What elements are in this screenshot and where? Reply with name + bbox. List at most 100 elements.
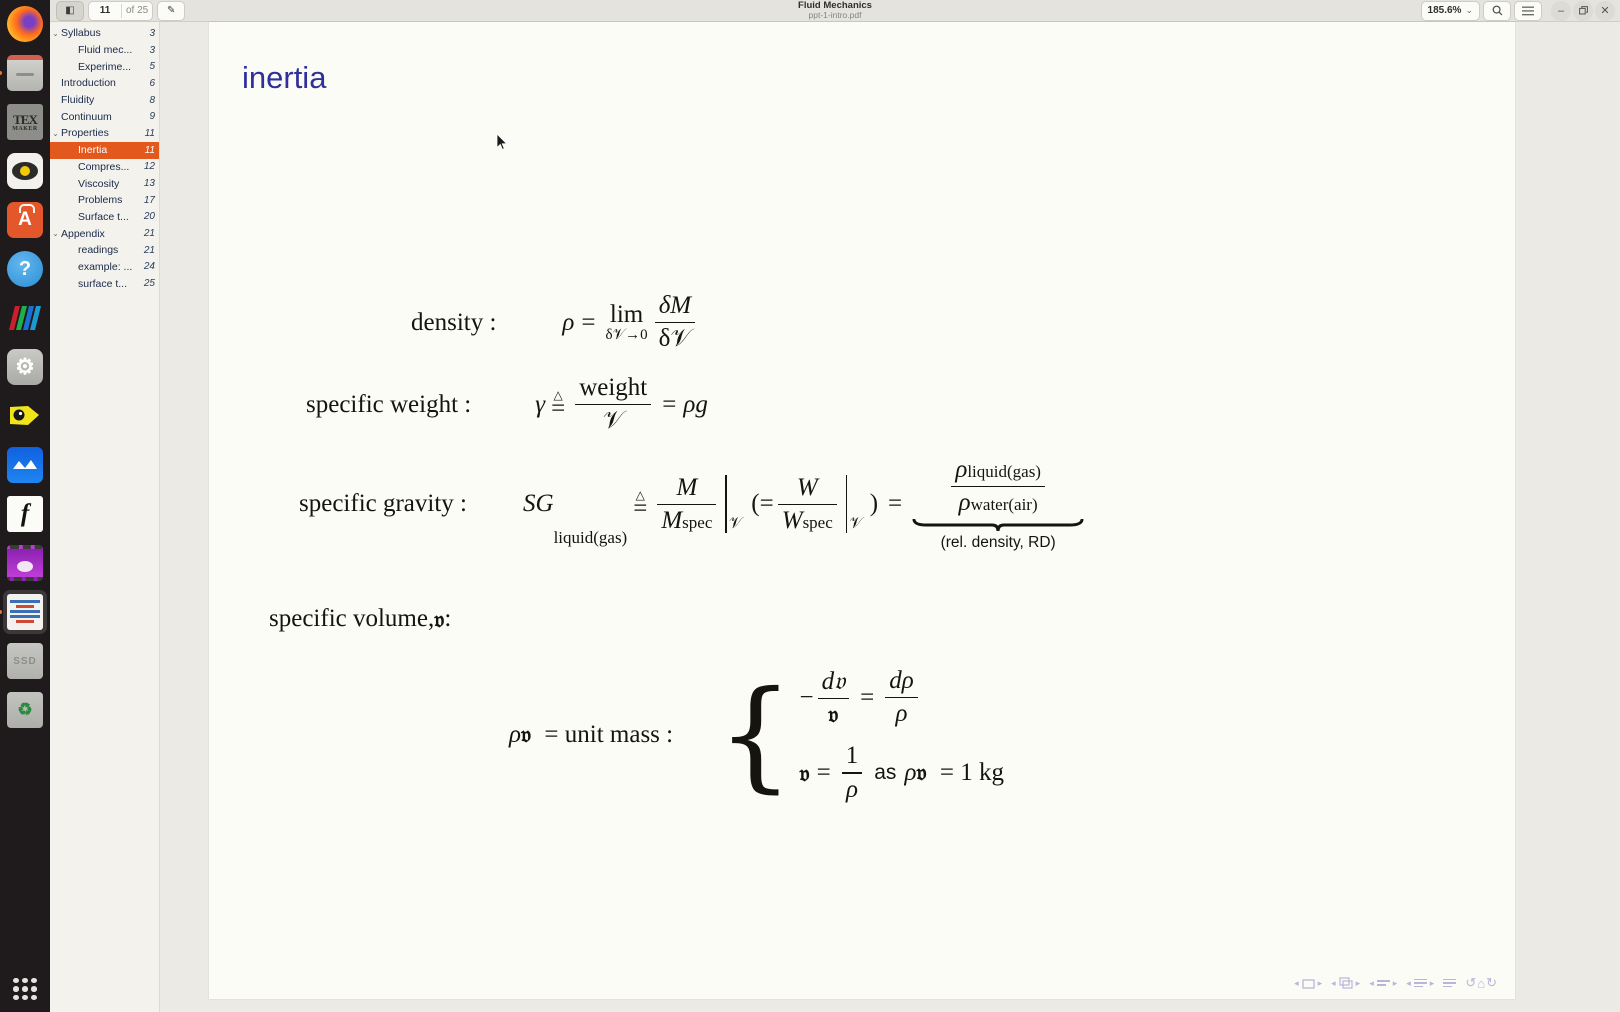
frame-icon[interactable] — [1301, 978, 1315, 989]
dock-item-pdf-viewer[interactable] — [3, 590, 47, 634]
outline-sidebar[interactable]: ⌄ Syllabus 3 Fluid mec... 3 Experime... 5 Intro… — [50, 22, 160, 1012]
show-applications-button[interactable] — [7, 974, 43, 1004]
texmaker-icon-top: TEX — [13, 111, 38, 127]
outline-item-page: 11 — [144, 144, 155, 156]
outline-item-appendix[interactable]: ⌄ Appendix 21 — [50, 225, 159, 242]
specific-gravity-symbol: SG — [523, 490, 554, 518]
dock-item-stripes-app[interactable] — [3, 296, 47, 340]
dock-item-video-app[interactable] — [3, 541, 47, 585]
outline-item-page: 20 — [143, 211, 155, 223]
outline-item-page: 24 — [143, 261, 155, 273]
search-button[interactable] — [1483, 0, 1511, 21]
bars3-alt-icon[interactable] — [1443, 978, 1457, 988]
window-title-block: Fluid Mechanics ppt-1-intro.pdf — [50, 0, 1620, 19]
zoom-level-value: 185.6% — [1427, 5, 1462, 16]
stripes-icon — [7, 300, 43, 336]
chevron-down-icon[interactable]: ⌄ — [50, 129, 61, 138]
document-title: Fluid Mechanics — [798, 0, 872, 11]
main-menu-button[interactable] — [1514, 0, 1542, 21]
nav-group-section[interactable]: ◂ ▸ — [1369, 978, 1397, 989]
mass-ratio-numerator: M — [676, 473, 698, 501]
specific-gravity-open-paren-equals: (= — [751, 490, 774, 518]
outline-item-problems[interactable]: Problems 17 — [50, 192, 159, 209]
minimize-button[interactable]: – — [1551, 0, 1571, 21]
frames-stack-icon[interactable] — [1339, 977, 1353, 989]
bars2-icon[interactable] — [1376, 980, 1390, 986]
outline-item-viscosity[interactable]: Viscosity 13 — [50, 175, 159, 192]
outline-item-surface-t[interactable]: surface t... 25 — [50, 275, 159, 292]
outline-item-inertia[interactable]: Inertia 11 — [50, 141, 159, 159]
dock-item-font-app[interactable]: f — [3, 492, 47, 536]
outline-item-experime[interactable]: Experime... 5 — [50, 58, 159, 75]
nav-group-doc[interactable]: ◂ ▸ — [1406, 978, 1434, 989]
nav-group-back[interactable] — [1443, 978, 1457, 988]
pdf-viewer-window: ◧ 11 of 25 ✎ Fluid Mechanics ppt-1-intro… — [50, 0, 1620, 1012]
outline-item-fluid-mec[interactable]: Fluid mec... 3 — [50, 42, 159, 59]
dock-item-ssd-drive[interactable]: SSD — [3, 639, 47, 683]
outline-item-page: 3 — [149, 44, 155, 56]
nav-group-extras[interactable]: ↺ ⌂ ↻ — [1465, 975, 1497, 991]
home-icon[interactable]: ⌂ — [1477, 976, 1485, 991]
chevron-down-icon[interactable]: ⌄ — [50, 29, 61, 38]
mouse-cursor — [496, 134, 507, 150]
density-ratio-group: ρliquid(gas) ρwater(air) (rel. density, … — [912, 456, 1084, 552]
outline-item-fluidity[interactable]: Fluidity 8 — [50, 92, 159, 109]
nav-next-section-icon[interactable]: ▸ — [1393, 978, 1398, 989]
dock-item-firefox[interactable] — [3, 2, 47, 46]
dock-item-trash[interactable]: ♻ — [3, 688, 47, 732]
chevron-down-icon[interactable]: ⌄ — [50, 229, 61, 238]
annotate-button[interactable]: ✎ — [157, 0, 186, 21]
nav-prev-subsection-icon[interactable]: ◂ — [1331, 978, 1336, 989]
dock-item-help[interactable]: ? — [3, 247, 47, 291]
outline-item-properties[interactable]: ⌄ Properties 11 — [50, 125, 159, 142]
density-fraction: δM δ𝒱 — [654, 292, 696, 353]
dock-item-wave-app[interactable] — [3, 443, 47, 487]
page-selector[interactable]: 11 of 25 — [88, 0, 154, 21]
nav-next-subsection-icon[interactable]: ▸ — [1356, 978, 1361, 989]
zoom-selector[interactable]: 185.6% ⌄ — [1420, 0, 1480, 21]
pdf-document-icon — [7, 594, 43, 630]
specific-gravity-defeq: △ = — [633, 487, 648, 522]
close-button[interactable]: ✕ — [1595, 0, 1615, 21]
case2-as-word: as — [874, 761, 897, 785]
question-mark-icon: ? — [7, 251, 43, 287]
dock-item-document-viewer[interactable] — [3, 149, 47, 193]
bars3-icon[interactable] — [1413, 978, 1427, 988]
outline-item-introduction[interactable]: Introduction 6 — [50, 75, 159, 92]
limit-operator: lim — [609, 301, 644, 329]
nav-prev-section-icon[interactable]: ◂ — [1369, 978, 1374, 989]
nav-group-frame[interactable]: ◂ ▸ — [1294, 978, 1322, 989]
header-bar: ◧ 11 of 25 ✎ Fluid Mechanics ppt-1-intro… — [50, 0, 1620, 22]
outline-item-continuum[interactable]: Continuum 9 — [50, 108, 159, 125]
undo-arrow-icon[interactable]: ↺ — [1465, 975, 1476, 991]
outline-item-readings[interactable]: readings 21 — [50, 242, 159, 259]
nav-next-doc-icon[interactable]: ▸ — [1430, 978, 1435, 989]
beamer-navigation-bar[interactable]: ◂ ▸ ◂ ▸ ◂ ▸ ◂ ▸ ↺ ⌂ ↻ — [1294, 975, 1497, 991]
sidebar-toggle-button[interactable]: ◧ — [56, 0, 84, 21]
nav-next-frame-icon[interactable]: ▸ — [1318, 978, 1323, 989]
outline-item-surface-t[interactable]: Surface t... 20 — [50, 209, 159, 226]
ssd-drive-icon: SSD — [7, 643, 43, 679]
dock-item-settings[interactable]: ⚙ — [3, 345, 47, 389]
outline-item-syllabus[interactable]: ⌄ Syllabus 3 — [50, 25, 159, 42]
dock-item-texmaker[interactable]: TEX MAKER — [3, 100, 47, 144]
equation-unit-mass: ρ𝔳 = unit mass : { − d𝔳 𝔳 = dρ ρ 𝔳 = 1 ρ… — [509, 667, 1004, 804]
page-view-area[interactable]: inertia density : ρ = lim δ𝒱→0 δM δ𝒱 spe… — [160, 22, 1620, 1012]
redo-arrow-icon[interactable]: ↻ — [1486, 975, 1497, 991]
density-label: density : — [411, 308, 497, 336]
underbrace-label: (rel. density, RD) — [940, 534, 1056, 552]
case2-equals: = — [816, 759, 831, 787]
weight-ratio-fraction: W Wspec — [777, 474, 837, 535]
outline-item-example[interactable]: example: ... 24 — [50, 259, 159, 276]
dock-item-ubuntu-software[interactable]: A — [3, 198, 47, 242]
vertical-scrollbar[interactable] — [1612, 22, 1620, 1012]
dock-item-files[interactable] — [3, 51, 47, 95]
dock-item-snake-app[interactable] — [3, 394, 47, 438]
nav-prev-doc-icon[interactable]: ◂ — [1406, 978, 1411, 989]
nav-prev-frame-icon[interactable]: ◂ — [1294, 978, 1299, 989]
outline-item-compres[interactable]: Compres... 12 — [50, 159, 159, 176]
maximize-button[interactable] — [1573, 0, 1593, 21]
nav-group-subsection[interactable]: ◂ ▸ — [1331, 977, 1360, 989]
page-number-input[interactable]: 11 — [93, 5, 117, 16]
outline-item-page: 9 — [149, 111, 155, 123]
